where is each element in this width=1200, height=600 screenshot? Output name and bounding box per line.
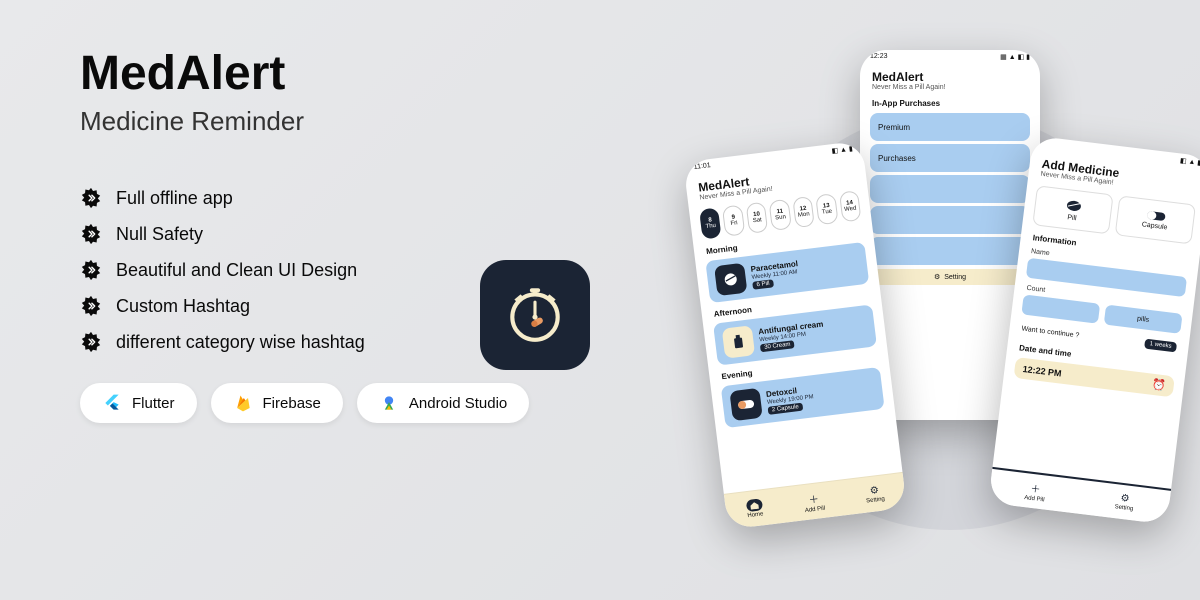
setting-button[interactable]: ⚙ Setting: [870, 269, 1030, 285]
firebase-icon: [233, 393, 253, 413]
capsule-icon: [729, 388, 762, 421]
row-text: Purchases: [878, 154, 916, 163]
home-icon: [746, 498, 763, 512]
feature-text: different category wise hashtag: [116, 332, 365, 353]
chip-label: Android Studio: [409, 395, 507, 412]
date-chip[interactable]: 10Sat: [746, 202, 769, 234]
app-title: MedAlert: [80, 50, 560, 98]
date-chip[interactable]: 8Thu: [699, 207, 722, 239]
alarm-icon: ⏰: [1151, 378, 1166, 393]
nav-home[interactable]: Home: [746, 498, 764, 519]
pill-icon: [714, 263, 747, 296]
med-type-pill[interactable]: Pill: [1032, 185, 1113, 234]
feature-text: Full offline app: [116, 188, 233, 209]
nav-setting[interactable]: ⚙Setting: [864, 484, 885, 504]
feature-item: Full offline app: [80, 187, 560, 209]
status-icons: ▦ ▲ ◧ ▮: [1000, 53, 1030, 64]
app-icon: [480, 260, 590, 370]
tech-chips: Flutter Firebase Android Studio: [80, 383, 560, 423]
phone-tagline: Never Miss a Pill Again!: [872, 84, 1028, 91]
flutter-icon: [102, 393, 122, 413]
time-value: 12:22 PM: [1022, 363, 1062, 378]
purchase-row[interactable]: [870, 206, 1030, 234]
type-label: Pill: [1067, 214, 1077, 222]
burst-icon: [80, 295, 102, 317]
cream-icon: [722, 325, 755, 358]
nav-setting[interactable]: ⚙Setting: [1114, 492, 1135, 512]
status-bar: 12:23 ▦ ▲ ◧ ▮: [860, 50, 1040, 64]
feature-text: Custom Hashtag: [116, 296, 250, 317]
chip-flutter[interactable]: Flutter: [80, 383, 197, 423]
purchases-heading: In-App Purchases: [860, 95, 1040, 110]
date-chip[interactable]: 12Mon: [792, 196, 815, 228]
plus-icon: ＋: [1027, 479, 1045, 496]
continue-text: Want to continue ?: [1021, 325, 1080, 339]
hero-column: MedAlert Medicine Reminder Full offline …: [80, 50, 560, 423]
row-text: Premium: [878, 123, 910, 132]
feature-text: Beautiful and Clean UI Design: [116, 260, 357, 281]
purchase-row[interactable]: [870, 175, 1030, 203]
chip-android-studio[interactable]: Android Studio: [357, 383, 529, 423]
nav-add-pill[interactable]: ＋Add Pill: [1024, 479, 1047, 503]
status-time: 12:23: [870, 53, 888, 64]
feature-item: Null Safety: [80, 223, 560, 245]
status-time: 11:01: [693, 162, 711, 175]
burst-icon: [80, 187, 102, 209]
app-subtitle: Medicine Reminder: [80, 106, 560, 137]
med-type-capsule[interactable]: Capsule: [1115, 195, 1196, 244]
duration-chip[interactable]: 1 weeks: [1144, 339, 1177, 353]
chip-firebase[interactable]: Firebase: [211, 383, 343, 423]
date-chip[interactable]: 11Sun: [769, 199, 792, 231]
chip-label: Firebase: [263, 395, 321, 412]
button-label: Setting: [944, 274, 966, 281]
android-studio-icon: [379, 393, 399, 413]
date-chip[interactable]: 14Wed: [839, 190, 862, 222]
feature-text: Null Safety: [116, 224, 203, 245]
plus-icon: ＋: [805, 490, 823, 507]
purchase-row[interactable]: Purchases: [870, 144, 1030, 172]
date-chip[interactable]: 9Fri: [722, 205, 745, 237]
purchase-row[interactable]: [870, 237, 1030, 265]
purchase-row[interactable]: Premium: [870, 113, 1030, 141]
bottom-nav: Home ＋Add Pill ⚙Setting: [724, 472, 907, 530]
type-label: Capsule: [1141, 221, 1167, 231]
phone-mockups: 12:23 ▦ ▲ ◧ ▮ MedAlert Never Miss a Pill…: [670, 30, 1190, 580]
med-qty: 6 Pill: [752, 279, 774, 290]
chip-label: Flutter: [132, 395, 175, 412]
burst-icon: [80, 259, 102, 281]
pill-3d-icon: [1064, 197, 1084, 213]
capsule-icon: [1145, 209, 1166, 221]
gear-icon: ⚙: [866, 484, 883, 497]
gear-icon: ⚙: [934, 273, 940, 281]
gear-icon: ⚙: [1116, 492, 1133, 505]
nav-add-pill[interactable]: ＋Add Pill: [803, 489, 826, 513]
burst-icon: [80, 331, 102, 353]
date-chip[interactable]: 13Tue: [815, 193, 838, 225]
phone-title: MedAlert: [872, 70, 1028, 84]
burst-icon: [80, 223, 102, 245]
